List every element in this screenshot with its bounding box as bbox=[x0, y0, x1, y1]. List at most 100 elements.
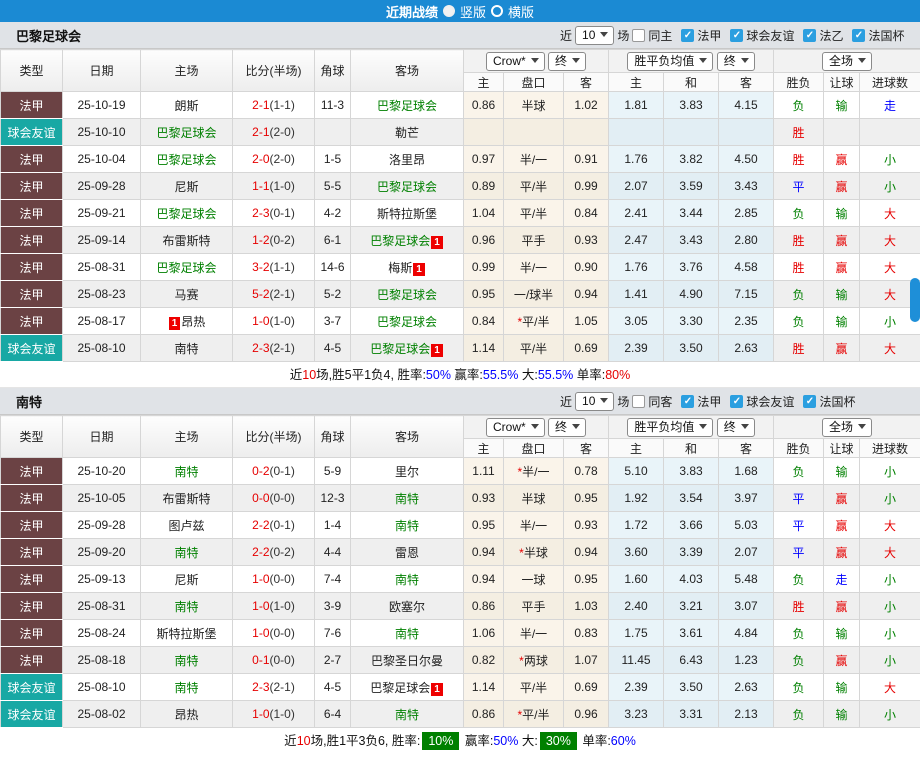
same-venue-checkbox[interactable] bbox=[632, 395, 645, 408]
league-checkbox-label-1[interactable]: 球会友谊 bbox=[746, 393, 794, 410]
league-checkbox-1[interactable]: ✓ bbox=[730, 395, 743, 408]
sub-column-header: 进球数 bbox=[860, 73, 920, 92]
final-select[interactable]: 终 bbox=[548, 418, 586, 437]
avg-away: 4.50 bbox=[719, 146, 774, 173]
half-time-score: (2-1) bbox=[270, 680, 295, 694]
odds-handicap: 一/球半 bbox=[504, 281, 564, 308]
same-venue-label[interactable]: 同客 bbox=[648, 393, 672, 410]
avg-away: 2.07 bbox=[719, 539, 774, 566]
league-type-badge: 法甲 bbox=[1, 485, 63, 512]
sub-column-header: 主 bbox=[464, 73, 504, 92]
handicap-value: 半/一 bbox=[520, 261, 547, 275]
avg-away: 2.80 bbox=[719, 227, 774, 254]
corner-score: 4-4 bbox=[315, 539, 351, 566]
league-checkbox-label-2[interactable]: 法国杯 bbox=[819, 393, 855, 410]
odds-handicap bbox=[504, 119, 564, 146]
column-header: 主场 bbox=[141, 416, 233, 458]
match-row: 法甲25-09-21巴黎足球会2-3(0-1)4-2斯特拉斯堡1.04平/半0.… bbox=[1, 200, 920, 227]
league-checkbox-2[interactable]: ✓ bbox=[803, 395, 816, 408]
final-select[interactable]: 终 bbox=[548, 52, 586, 71]
avg-away: 4.58 bbox=[719, 254, 774, 281]
score: 1-1(1-0) bbox=[233, 173, 315, 200]
company-select-value: Crow* bbox=[493, 54, 526, 68]
league-type-badge: 球会友谊 bbox=[1, 701, 63, 728]
odds-handicap: 平/半 bbox=[504, 173, 564, 200]
vertical-radio[interactable] bbox=[443, 5, 455, 17]
league-checkbox-label-0[interactable]: 法甲 bbox=[697, 27, 721, 44]
same-venue-label[interactable]: 同主 bbox=[648, 27, 672, 44]
corner-score: 6-1 bbox=[315, 227, 351, 254]
odds-handicap: 半/一 bbox=[504, 620, 564, 647]
same-venue-checkbox[interactable] bbox=[632, 29, 645, 42]
summary-part: 50% bbox=[493, 734, 518, 748]
scope-select[interactable]: 全场 bbox=[822, 418, 872, 437]
result-handicap: 赢 bbox=[824, 512, 860, 539]
home-team-name: 巴黎足球会 bbox=[156, 207, 216, 221]
full-time-score: 2-1 bbox=[252, 98, 269, 112]
vertical-radio-label[interactable]: 竖版 bbox=[460, 2, 486, 21]
away-team-name: 巴黎足球会 bbox=[370, 234, 430, 248]
home-team: 南特 bbox=[141, 458, 233, 485]
result-wdl: 负 bbox=[774, 458, 824, 485]
odds-home bbox=[464, 119, 504, 146]
avg-away: 2.85 bbox=[719, 200, 774, 227]
odds-home: 0.82 bbox=[464, 647, 504, 674]
horizontal-radio[interactable] bbox=[491, 5, 503, 17]
result-goals: 小 bbox=[860, 647, 920, 674]
league-checkbox-0[interactable]: ✓ bbox=[681, 29, 694, 42]
home-team-name: 布雷斯特 bbox=[162, 492, 210, 506]
league-checkbox-label-0[interactable]: 法甲 bbox=[697, 393, 721, 410]
company-select[interactable]: Crow* bbox=[486, 418, 545, 437]
full-time-score: 2-2 bbox=[252, 518, 269, 532]
avg-select[interactable]: 胜平负均值 bbox=[627, 418, 713, 437]
league-checkbox-1[interactable]: ✓ bbox=[730, 29, 743, 42]
score: 2-3(2-1) bbox=[233, 674, 315, 701]
home-team-name: 朗斯 bbox=[174, 99, 198, 113]
avg-draw: 3.83 bbox=[664, 458, 719, 485]
away-team: 南特 bbox=[351, 512, 464, 539]
match-count-select[interactable]: 10 bbox=[575, 26, 614, 45]
final-select-2[interactable]: 终 bbox=[717, 52, 755, 71]
final-select-value: 终 bbox=[555, 54, 567, 68]
home-team-name: 南特 bbox=[174, 465, 198, 479]
summary-part: 60% bbox=[611, 734, 636, 748]
odds-home: 0.94 bbox=[464, 539, 504, 566]
match-count-select[interactable]: 10 bbox=[575, 392, 614, 411]
league-checkbox-3[interactable]: ✓ bbox=[852, 29, 865, 42]
score: 2-2(0-1) bbox=[233, 512, 315, 539]
league-checkbox-label-3[interactable]: 法国杯 bbox=[868, 27, 904, 44]
corner-score: 2-7 bbox=[315, 647, 351, 674]
horizontal-radio-label[interactable]: 横版 bbox=[508, 2, 534, 21]
league-type-badge: 球会友谊 bbox=[1, 335, 63, 362]
avg-draw: 3.44 bbox=[664, 200, 719, 227]
score: 0-1(0-0) bbox=[233, 647, 315, 674]
company-select[interactable]: Crow* bbox=[486, 52, 545, 71]
column-header: 主场 bbox=[141, 50, 233, 92]
corner-score: 4-5 bbox=[315, 335, 351, 362]
avg-draw: 6.43 bbox=[664, 647, 719, 674]
league-checkbox-0[interactable]: ✓ bbox=[681, 395, 694, 408]
away-team-name: 南特 bbox=[395, 708, 419, 722]
avg-draw: 3.54 bbox=[664, 485, 719, 512]
league-checkbox-2[interactable]: ✓ bbox=[803, 29, 816, 42]
match-row: 法甲25-09-13尼斯1-0(0-0)7-4南特0.94一球0.951.604… bbox=[1, 566, 920, 593]
avg-home: 3.23 bbox=[609, 701, 664, 728]
final-select-2[interactable]: 终 bbox=[717, 418, 755, 437]
league-checkbox-label-1[interactable]: 球会友谊 bbox=[746, 27, 794, 44]
chevron-down-icon bbox=[600, 398, 608, 407]
avg-select[interactable]: 胜平负均值 bbox=[627, 52, 713, 71]
league-type-badge: 法甲 bbox=[1, 173, 63, 200]
away-team-name: 巴黎足球会 bbox=[370, 342, 430, 356]
away-team-name: 南特 bbox=[395, 519, 419, 533]
scope-select[interactable]: 全场 bbox=[822, 52, 872, 71]
corner-score: 12-3 bbox=[315, 485, 351, 512]
scroll-indicator[interactable] bbox=[910, 278, 920, 322]
result-goals: 小 bbox=[860, 593, 920, 620]
league-checkbox-label-2[interactable]: 法乙 bbox=[819, 27, 843, 44]
match-date: 25-09-20 bbox=[63, 539, 141, 566]
avg-home: 1.75 bbox=[609, 620, 664, 647]
match-row: 法甲25-10-19朗斯2-1(1-1)11-3巴黎足球会0.86半球1.021… bbox=[1, 92, 920, 119]
chevron-down-icon bbox=[600, 32, 608, 41]
home-team-name: 南特 bbox=[174, 681, 198, 695]
league-type-badge: 法甲 bbox=[1, 593, 63, 620]
